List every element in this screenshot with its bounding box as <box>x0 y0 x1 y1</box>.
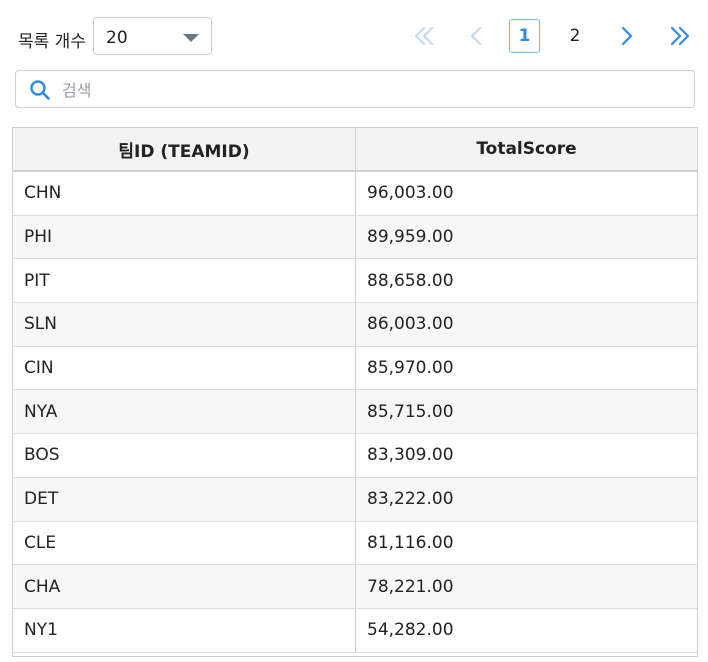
page-size-value: 20 <box>106 28 128 48</box>
cell-totalscore: 54,282.00 <box>355 608 697 652</box>
chevron-left-icon <box>470 26 482 46</box>
table-row[interactable]: NY1 54,282.00 <box>13 608 697 653</box>
search-box <box>15 70 695 108</box>
double-chevron-right-icon <box>670 26 690 46</box>
first-page-button[interactable] <box>402 19 446 53</box>
table-row[interactable]: PHI 89,959.00 <box>13 215 697 260</box>
table-row[interactable]: PIT 88,658.00 <box>13 259 697 304</box>
column-header-teamid[interactable]: 팀ID (TEAMID) <box>13 128 355 170</box>
page-button-1[interactable]: 1 <box>509 19 540 53</box>
table-row[interactable]: CIN 85,970.00 <box>13 346 697 391</box>
toolbar: 목록 개수 20 1 2 <box>0 0 708 70</box>
cell-totalscore: 81,116.00 <box>355 521 697 565</box>
page-button-2[interactable]: 2 <box>560 19 590 53</box>
cell-totalscore: 85,970.00 <box>355 346 697 390</box>
table-row[interactable]: CLE 81,116.00 <box>13 521 697 566</box>
cell-totalscore: 85,715.00 <box>355 390 697 434</box>
cell-teamid: BOS <box>24 445 60 466</box>
cell-teamid: NYA <box>24 401 58 422</box>
cell-teamid: PIT <box>24 270 50 291</box>
data-table: 팀ID (TEAMID) TotalScore CHN 96,003.00 PH… <box>12 127 698 657</box>
search-input[interactable] <box>60 77 664 103</box>
cell-totalscore: 88,658.00 <box>355 259 697 303</box>
table-header: 팀ID (TEAMID) TotalScore <box>13 128 697 172</box>
table-body: CHN 96,003.00 PHI 89,959.00 PIT 88,658.0… <box>13 172 697 653</box>
cell-teamid: PHI <box>24 227 53 248</box>
cell-totalscore: 89,959.00 <box>355 215 697 259</box>
table-row[interactable]: NYA 85,715.00 <box>13 390 697 435</box>
double-chevron-left-icon <box>414 26 434 46</box>
cell-totalscore: 96,003.00 <box>355 172 697 215</box>
cell-teamid: CHA <box>24 576 61 597</box>
cell-totalscore: 83,309.00 <box>355 434 697 477</box>
page-size-select[interactable]: 20 <box>93 17 212 55</box>
cell-totalscore: 86,003.00 <box>355 303 697 346</box>
column-header-totalscore[interactable]: TotalScore <box>355 128 697 170</box>
cell-teamid: DET <box>24 489 59 510</box>
cell-totalscore: 78,221.00 <box>355 565 697 608</box>
table-row[interactable]: BOS 83,309.00 <box>13 434 697 478</box>
table-row[interactable]: DET 83,222.00 <box>13 477 697 522</box>
chevron-right-icon <box>621 26 633 46</box>
cell-teamid: CLE <box>24 532 57 553</box>
caret-down-icon <box>183 34 199 42</box>
cell-teamid: NY1 <box>24 620 58 641</box>
table-row[interactable]: CHA 78,221.00 <box>13 565 697 609</box>
cell-teamid: CIN <box>24 358 54 379</box>
cell-teamid: CHN <box>24 183 62 204</box>
prev-page-button[interactable] <box>456 19 496 53</box>
next-page-button[interactable] <box>609 19 645 53</box>
cell-totalscore: 83,222.00 <box>355 477 697 521</box>
cell-teamid: SLN <box>24 314 57 335</box>
table-row[interactable]: SLN 86,003.00 <box>13 303 697 347</box>
table-row[interactable]: CHN 96,003.00 <box>13 172 697 216</box>
search-icon <box>30 80 50 100</box>
page-size-label: 목록 개수 <box>18 32 86 52</box>
last-page-button[interactable] <box>660 19 700 53</box>
